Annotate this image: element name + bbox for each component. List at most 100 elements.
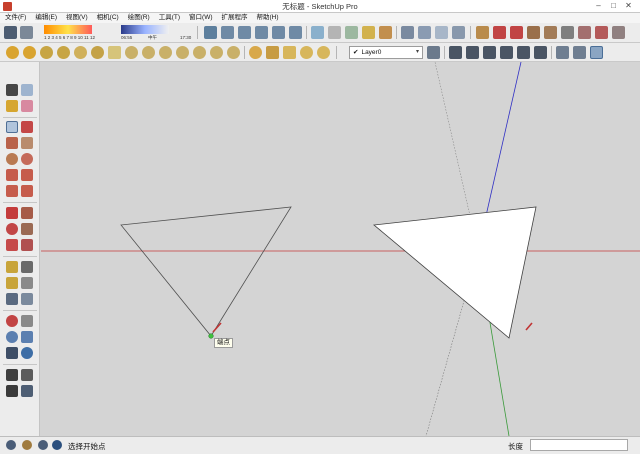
look-around-tool-icon[interactable] — [21, 369, 33, 381]
top-view-icon[interactable] — [221, 26, 234, 39]
3d-text-icon[interactable] — [21, 293, 33, 305]
polygon-icon[interactable] — [21, 153, 33, 165]
push-pull-icon[interactable] — [21, 207, 33, 219]
trim-icon[interactable] — [210, 46, 223, 59]
orbit-icon[interactable] — [6, 315, 18, 327]
wireframe-icon[interactable] — [328, 26, 341, 39]
dimension-icon[interactable] — [573, 46, 586, 59]
right-view-icon[interactable] — [255, 26, 268, 39]
menu-camera[interactable]: 相机(C) — [97, 13, 119, 23]
split-icon[interactable] — [227, 46, 240, 59]
three-point-arc-icon[interactable] — [6, 185, 18, 197]
camera-position-icon[interactable] — [449, 46, 462, 59]
layer-manager-icon[interactable] — [427, 46, 440, 59]
select-arrow-icon[interactable] — [6, 84, 18, 96]
protractor-tool-icon[interactable] — [6, 277, 18, 289]
flip-edge-icon[interactable] — [578, 26, 591, 39]
photo-textures-icon[interactable] — [40, 46, 53, 59]
rectangle-icon[interactable] — [6, 137, 18, 149]
follow-me-tool-icon[interactable] — [21, 223, 33, 235]
pie-icon[interactable] — [21, 185, 33, 197]
circle-icon[interactable] — [6, 153, 18, 165]
look-around-icon[interactable] — [483, 46, 496, 59]
match-photo-icon[interactable] — [317, 46, 330, 59]
solid-tools-icon[interactable] — [125, 46, 138, 59]
shadow-palette-bar[interactable] — [44, 25, 92, 34]
textured-icon[interactable] — [379, 26, 392, 39]
protractor-icon[interactable] — [590, 46, 603, 59]
previous-view-icon[interactable] — [500, 46, 513, 59]
layer-dropdown[interactable]: ✔ Layer0 ▾ — [349, 46, 423, 59]
tag-icon[interactable] — [108, 46, 121, 59]
eraser-tool-icon[interactable] — [21, 100, 33, 112]
menu-window[interactable]: 窗口(W) — [189, 13, 212, 23]
menu-draw[interactable]: 绘图(R) — [128, 13, 150, 23]
back-view-icon[interactable] — [272, 26, 285, 39]
sandbox-from-contours-icon[interactable] — [476, 26, 489, 39]
maximize-icon[interactable]: □ — [606, 0, 621, 13]
fog-icon[interactable] — [266, 46, 279, 59]
menu-help[interactable]: 帮助(H) — [257, 13, 279, 23]
menu-edit[interactable]: 编辑(E) — [35, 13, 57, 23]
add-location-icon[interactable] — [74, 46, 87, 59]
style-icon[interactable] — [283, 46, 296, 59]
pencil-icon[interactable] — [6, 121, 18, 133]
eraser-icon[interactable] — [20, 26, 33, 39]
zoom-extents-icon[interactable] — [6, 347, 18, 359]
add-detail-icon[interactable] — [561, 26, 574, 39]
outer-shell-icon[interactable] — [142, 46, 155, 59]
section-plane-tool-icon[interactable] — [21, 385, 33, 397]
previous-icon[interactable] — [21, 347, 33, 359]
sandbox-from-scratch-icon[interactable] — [493, 26, 506, 39]
zoom-icon[interactable] — [6, 331, 18, 343]
warehouse-icon[interactable] — [401, 26, 414, 39]
getting-started-icon[interactable] — [6, 46, 19, 59]
instructor-icon[interactable] — [52, 440, 62, 450]
tape-measure-icon[interactable] — [6, 261, 18, 273]
section-plane-icon[interactable] — [595, 26, 608, 39]
select-icon[interactable] — [4, 26, 17, 39]
menu-view[interactable]: 视图(V) — [66, 13, 88, 23]
extension-warehouse-icon[interactable] — [452, 26, 465, 39]
drape-icon[interactable] — [544, 26, 557, 39]
next-view-icon[interactable] — [517, 46, 530, 59]
smoove-icon[interactable] — [510, 26, 523, 39]
text-icon[interactable] — [21, 277, 33, 289]
rotated-rectangle-icon[interactable] — [21, 137, 33, 149]
menu-tools[interactable]: 工具(T) — [159, 13, 180, 23]
hidden-line-icon[interactable] — [345, 26, 358, 39]
measurements-box[interactable] — [530, 439, 628, 451]
shaded-icon[interactable] — [362, 26, 375, 39]
follow-me-icon[interactable] — [300, 46, 313, 59]
walk-icon[interactable] — [466, 46, 479, 59]
add-scene-icon[interactable] — [249, 46, 262, 59]
dimensions-icon[interactable] — [21, 261, 33, 273]
make-component-icon[interactable] — [21, 84, 33, 96]
drawing-viewport[interactable] — [41, 62, 640, 436]
geo-location-icon[interactable] — [23, 46, 36, 59]
position-camera-icon[interactable] — [534, 46, 547, 59]
share-model-icon[interactable] — [418, 26, 431, 39]
terrain-toggle-icon[interactable] — [57, 46, 70, 59]
axes-icon[interactable] — [556, 46, 569, 59]
xray-icon[interactable] — [311, 26, 324, 39]
axes-tool-icon[interactable] — [6, 293, 18, 305]
menu-extensions[interactable]: 扩展程序 — [222, 13, 248, 23]
subtract-icon[interactable] — [193, 46, 206, 59]
iso-view-icon[interactable] — [204, 26, 217, 39]
offset-icon[interactable] — [21, 239, 33, 251]
components-icon[interactable] — [435, 26, 448, 39]
time-slider[interactable] — [121, 25, 169, 34]
minimize-icon[interactable]: – — [591, 0, 606, 13]
zoom-window-icon[interactable] — [21, 331, 33, 343]
freehand-icon[interactable] — [21, 121, 33, 133]
credits-icon[interactable] — [22, 440, 32, 450]
scale-icon[interactable] — [6, 239, 18, 251]
geo-location-status-icon[interactable] — [6, 440, 16, 450]
section-display-icon[interactable] — [612, 26, 625, 39]
position-camera-tool-icon[interactable] — [6, 369, 18, 381]
intersect-icon[interactable] — [159, 46, 172, 59]
paint-bucket-icon[interactable] — [6, 100, 18, 112]
menu-file[interactable]: 文件(F) — [5, 13, 26, 23]
two-point-arc-icon[interactable] — [21, 169, 33, 181]
